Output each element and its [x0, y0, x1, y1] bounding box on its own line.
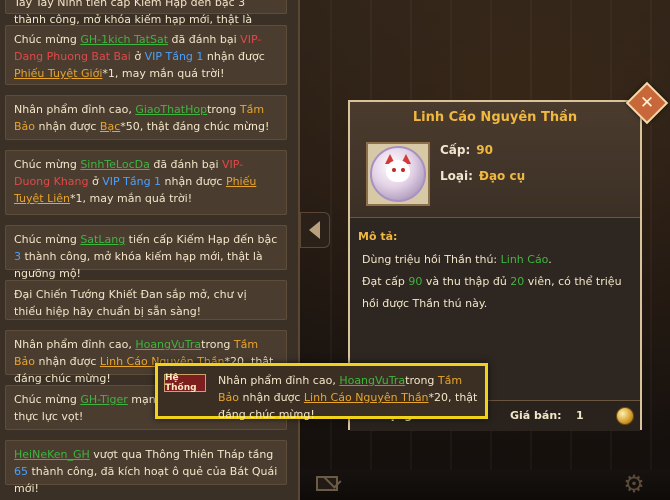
item-name: Linh Cáo Nguyên Thần [412, 110, 578, 125]
player-link[interactable]: HeiNeKen_GH [14, 448, 90, 461]
item-header: Linh Cáo Nguyên Thần Cấp: 90 Loại: Đạo cụ [350, 102, 640, 218]
collapse-chat-button[interactable] [300, 212, 330, 248]
system-tag: Hệ Thống [164, 373, 206, 393]
item-type-label: Loại: [440, 169, 473, 183]
item-link[interactable]: Phiếu Tuyệt Giới [14, 67, 102, 80]
message-text: Chúc mừng [14, 393, 81, 406]
message-text: thành công, mở khóa kiếm hạp mới, thật l… [14, 250, 263, 280]
message-text: đã đánh bại [149, 158, 222, 171]
notification-text: Nhân phẩm đỉnh cao, HoangVuTratrong Tầm … [218, 374, 478, 421]
description-line-1: Dùng triệu hồi Thần thú: Linh Cáo. [362, 253, 552, 266]
message-text: ở [130, 50, 145, 63]
sell-price-value: 1 [576, 409, 584, 422]
mail-icon[interactable] [316, 476, 338, 491]
message-text: 65 [14, 465, 28, 478]
chat-message: Đại Chiến Tướng Khiết Đan sắp mở, chư vị… [5, 280, 287, 320]
notice-item-link[interactable]: Linh Cáo Nguyên Thần [304, 391, 429, 404]
player-link[interactable]: SatLang [80, 233, 125, 246]
message-text: nhận được [35, 120, 100, 133]
chat-message: Chúc mừng SinhTeLocDa đã đánh bại VIP-Du… [5, 150, 287, 215]
item-type-value: Đạo cụ [478, 169, 526, 183]
system-notification: Hệ Thống Nhân phẩm đỉnh cao, HoangVuTrat… [155, 363, 488, 421]
chat-message: Nhân phẩm đỉnh cao, GiaoThatHoptrong Tầm… [5, 95, 287, 140]
message-text: *1, may mắn quá trời! [102, 67, 225, 80]
message-text: tiến cấp Kiếm Hạp đến bậc [125, 233, 278, 246]
item-level-label: Cấp: [440, 143, 471, 157]
bottom-bar [300, 470, 670, 500]
chevron-left-icon [308, 221, 320, 239]
chat-message: Chúc mừng GH-1kich TatSat đã đánh bại VI… [5, 25, 287, 85]
item-description: Dùng triệu hồi Thần thú: Linh Cáo. Đạt c… [362, 249, 632, 315]
message-text: nhận được [203, 50, 265, 63]
coin-icon [616, 407, 634, 425]
chat-message: HeiNeKen_GH vượt qua Thông Thiên Tháp tầ… [5, 440, 287, 495]
required-count: 20 [510, 275, 525, 288]
message-text: Nhân phẩm đỉnh cao, [14, 338, 136, 351]
pet-name: Linh Cáo [500, 253, 549, 266]
message-text: trong [207, 103, 240, 116]
item-icon-slot [366, 142, 430, 206]
player-link[interactable]: GH-1kich TatSat [80, 33, 168, 46]
required-level: 90 [408, 275, 423, 288]
message-text: Nhân phẩm đỉnh cao, [14, 103, 136, 116]
message-text: ở [88, 175, 103, 188]
fox-spirit-orb-icon [370, 146, 426, 202]
message-text: VIP Tầng 1 [102, 175, 162, 188]
message-text: *1, may mắn quá trời! [70, 192, 193, 205]
message-text: *50, thật đáng chúc mừng! [120, 120, 270, 133]
item-level: Cấp: 90 [440, 143, 493, 157]
message-text: trong [201, 338, 234, 351]
sell-price-label: Giá bán: [510, 409, 562, 422]
item-level-value: 90 [476, 143, 493, 157]
message-text: nhận được [35, 355, 100, 368]
player-link[interactable]: HoangVuTra [135, 338, 201, 351]
item-link[interactable]: Bạc [100, 120, 120, 133]
message-text: 3 [14, 250, 21, 263]
chat-message: Chúc mừng SatLang tiến cấp Kiếm Hạp đến … [5, 225, 287, 280]
notice-user-link[interactable]: HoangVuTra [339, 374, 405, 387]
message-text: Chúc mừng [14, 158, 81, 171]
message-text: vượt qua Thông Thiên Tháp tầng [89, 448, 274, 461]
message-text: VIP Tầng 1 [144, 50, 204, 63]
chat-panel[interactable]: Tay Tay Ninh tiến cấp Kiếm Hạp đến bậc 3… [0, 0, 300, 500]
description-line-2: Đạt cấp 90 và thu thập đủ 20 viên, có th… [362, 275, 622, 310]
message-text: nhận được [161, 175, 226, 188]
message-text: Đại Chiến Tướng Khiết Đan sắp mở, chư vị… [14, 288, 247, 318]
chat-message: Tay Tay Ninh tiến cấp Kiếm Hạp đến bậc 3… [5, 0, 287, 43]
message-text: đã đánh bại [168, 33, 241, 46]
message-text: Chúc mừng [14, 233, 81, 246]
message-text: Chúc mừng [14, 33, 81, 46]
description-heading: Mô tả: [358, 230, 398, 243]
gear-icon[interactable]: ⚙ [620, 470, 648, 498]
player-link[interactable]: GH-Tiger [80, 393, 127, 406]
player-link[interactable]: SinhTeLocDa [80, 158, 150, 171]
message-text: thành công, đã kích hoạt ô quẻ của Bát Q… [14, 465, 278, 495]
close-icon: ✕ [639, 93, 655, 113]
item-type: Loại: Đạo cụ [440, 169, 525, 183]
player-link[interactable]: GiaoThatHop [135, 103, 207, 116]
